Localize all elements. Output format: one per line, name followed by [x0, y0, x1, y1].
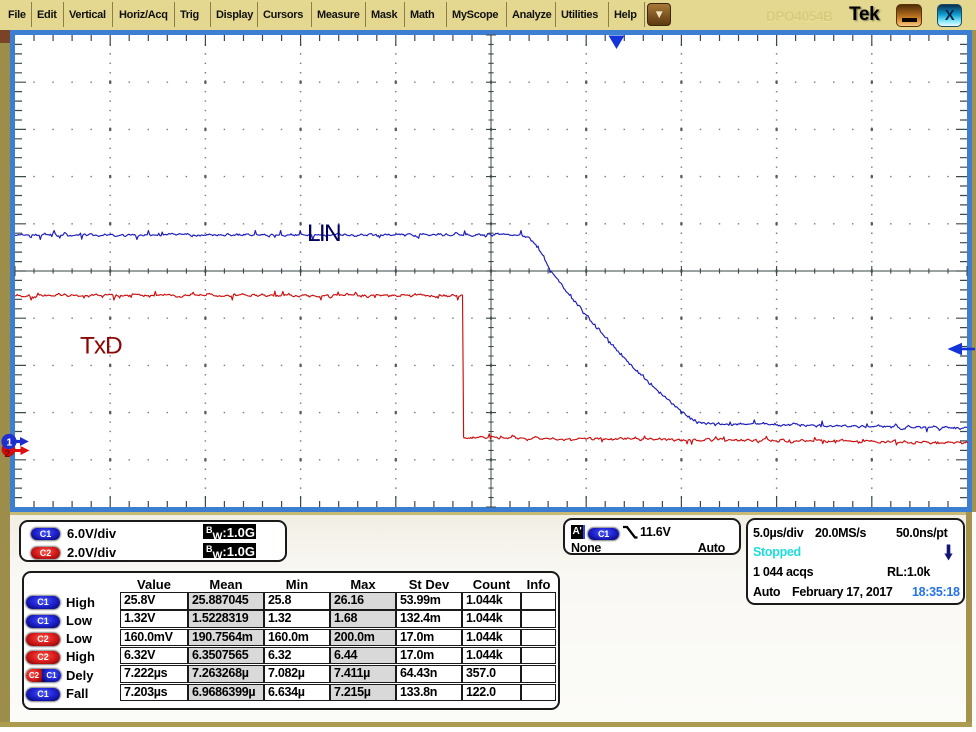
- svg-text:2: 2: [5, 449, 11, 460]
- svg-text:1: 1: [6, 437, 12, 449]
- svg-text:TxD: TxD: [80, 333, 122, 360]
- svg-text:LIN: LIN: [307, 220, 340, 247]
